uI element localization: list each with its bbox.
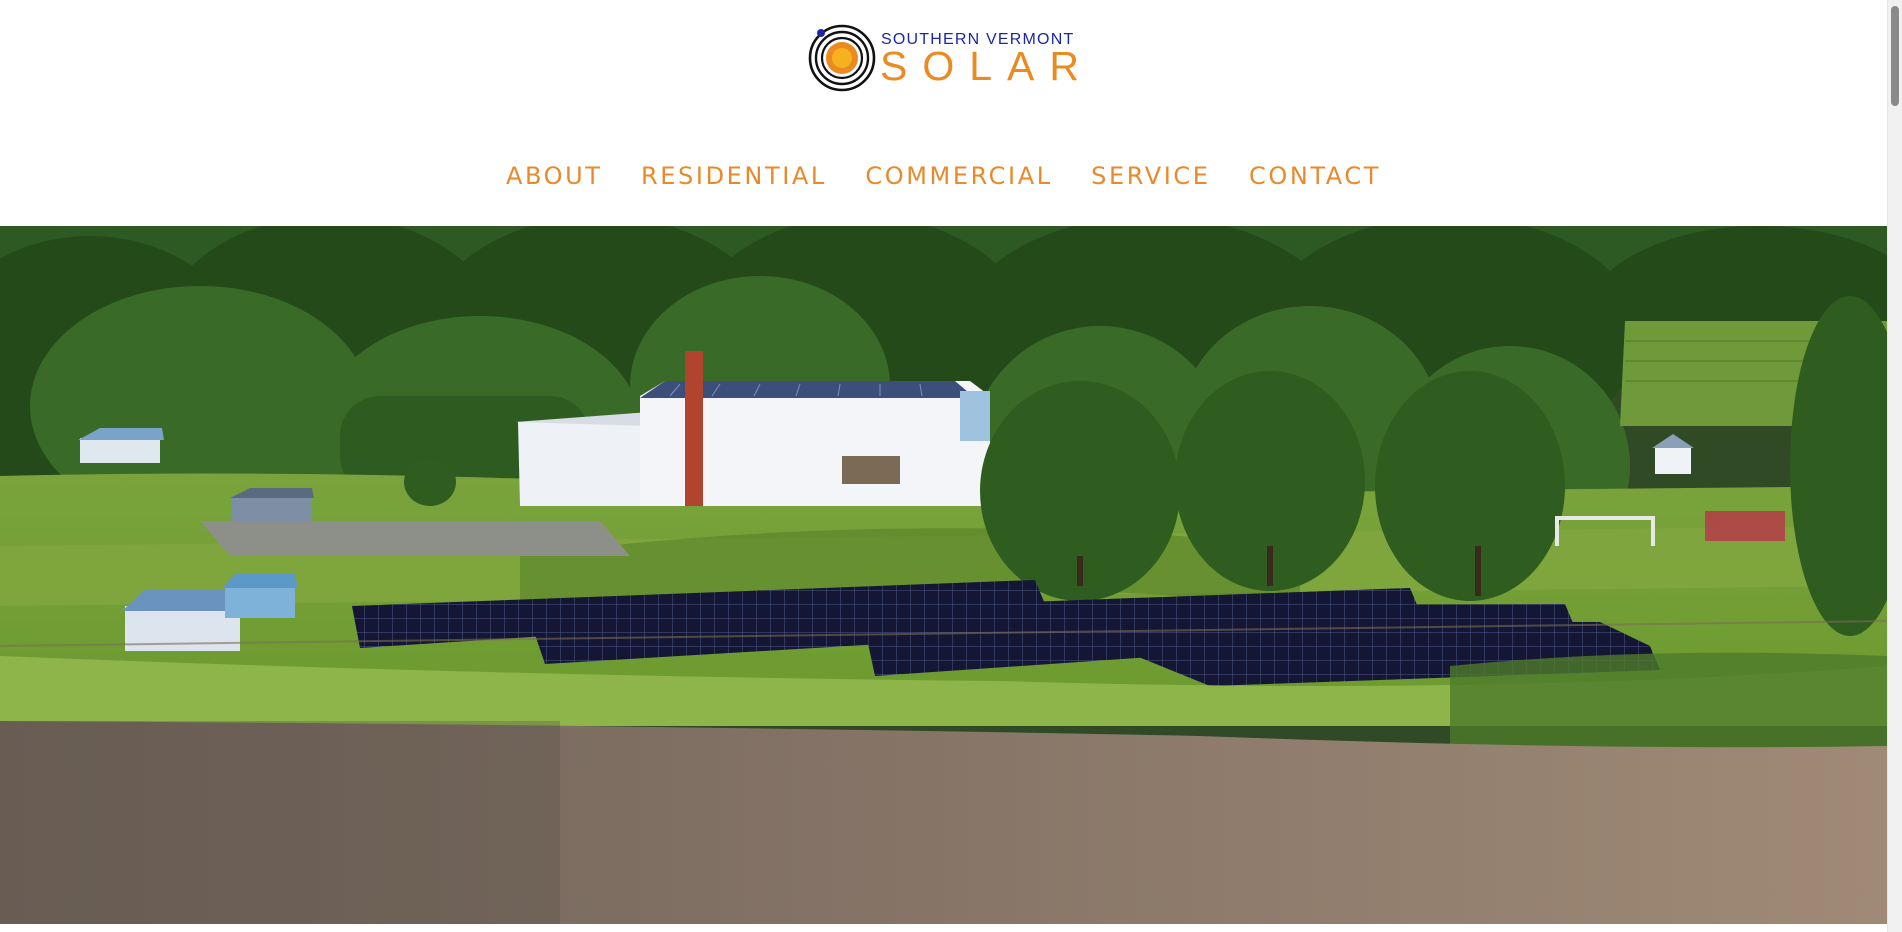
logo-wordmark: SOLAR — [880, 43, 1094, 89]
nav-item-commercial[interactable]: COMMERCIAL — [865, 162, 1052, 190]
hero-photo — [0, 226, 1887, 924]
nav-item-residential[interactable]: RESIDENTIAL — [641, 162, 827, 190]
logo-link[interactable]: SOUTHERN VERMONT SOLAR — [808, 22, 1079, 98]
page-scrollbar[interactable] — [1887, 0, 1902, 932]
site-header: SOUTHERN VERMONT SOLAR ABOUT RESIDENTIAL… — [0, 0, 1887, 226]
sun-logo-icon — [808, 24, 876, 92]
nav-item-service[interactable]: SERVICE — [1091, 162, 1210, 190]
main-nav: ABOUT RESIDENTIAL COMMERCIAL SERVICE CON… — [0, 162, 1887, 190]
nav-item-about[interactable]: ABOUT — [506, 162, 603, 190]
nav-item-contact[interactable]: CONTACT — [1249, 162, 1381, 190]
page: SOUTHERN VERMONT SOLAR ABOUT RESIDENTIAL… — [0, 0, 1887, 932]
scrollbar-thumb[interactable] — [1891, 6, 1899, 106]
hero-image — [0, 226, 1887, 924]
